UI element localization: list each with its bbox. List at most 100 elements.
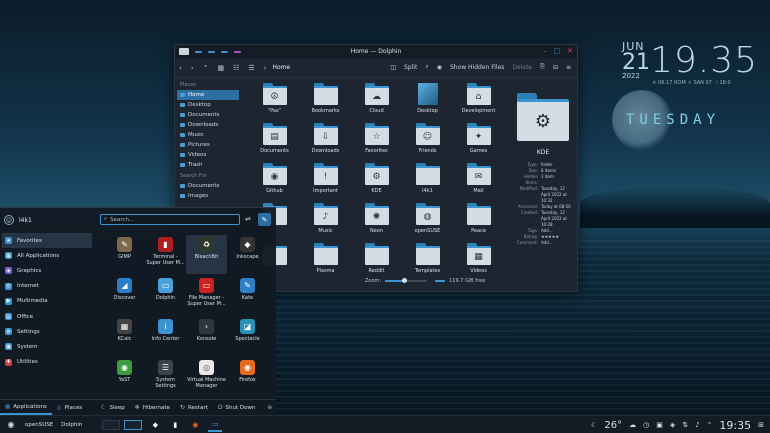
search-input[interactable]: ⌕ Search... <box>100 214 240 225</box>
app-discover[interactable]: ◢ Discover <box>104 276 145 315</box>
file-item[interactable]: ✉ Mail <box>453 163 504 201</box>
updates-icon[interactable]: ◈ <box>670 421 675 429</box>
app-dolphin[interactable]: ▭ Dolphin <box>145 276 186 315</box>
sidebar-item-trash[interactable]: Trash <box>177 160 239 170</box>
hibernate-button[interactable]: ❄ Hibernate <box>135 404 170 411</box>
close-icon[interactable]: ✕ <box>567 48 573 55</box>
desktop-2[interactable] <box>124 419 143 430</box>
app-file-manager-super-user-m[interactable]: ▭ File Manager - Super User M... <box>186 276 227 315</box>
breadcrumb-arrow-icon[interactable]: › <box>264 64 267 72</box>
virtual-desktop-pager[interactable] <box>102 419 143 430</box>
up-icon[interactable]: ⌃ <box>203 64 209 72</box>
file-item[interactable]: ✺ Neon <box>351 203 402 241</box>
clipboard-icon[interactable]: ▣ <box>656 421 663 429</box>
file-item[interactable]: ♪ Music <box>300 203 351 241</box>
file-item[interactable]: Bookmarks <box>300 83 351 121</box>
category-office[interactable]: ▤ Office <box>2 309 92 324</box>
weather-cloud-icon[interactable]: ☁ <box>629 421 636 429</box>
file-item[interactable]: ☮ "Pax" <box>249 83 300 121</box>
launcher-button[interactable]: ◉ <box>5 419 17 431</box>
file-item[interactable]: ⚙ KDE <box>351 163 402 201</box>
sidebar-item-documents[interactable]: Documents <box>177 110 239 120</box>
window-titlebar[interactable]: Home — Dolphin – □ ✕ <box>175 45 577 58</box>
minimize-icon[interactable]: – <box>543 48 547 55</box>
eye-icon[interactable]: ◉ <box>437 64 442 71</box>
open-terminal-icon[interactable]: ⎘ <box>540 63 545 71</box>
file-item[interactable]: Desktop <box>402 83 453 121</box>
sidebar-item-desktop[interactable]: Desktop <box>177 100 239 110</box>
file-item[interactable]: Reddit <box>351 243 402 281</box>
category-internet[interactable]: ◎ Internet <box>2 279 92 294</box>
app-inkscape[interactable]: ◆ Inkscape <box>227 235 268 274</box>
file-item[interactable]: Templates <box>402 243 453 281</box>
file-item[interactable]: ⌂ Development <box>453 83 504 121</box>
sidebar-item-pictures[interactable]: Pictures <box>177 140 239 150</box>
app-bleachbit[interactable]: ♻ BleachBit <box>186 235 227 274</box>
temperature[interactable]: 26° <box>604 420 622 431</box>
app-firefox[interactable]: ◉ Firefox <box>227 358 268 397</box>
app-gimp[interactable]: ✎ GIMP <box>104 235 145 274</box>
app-yast[interactable]: ◉ YaST <box>104 358 145 397</box>
file-item[interactable]: ! Important <box>300 163 351 201</box>
desktop-overview-icon[interactable]: ⊞ <box>758 421 764 429</box>
konsole-task-icon[interactable]: ▮ <box>168 418 182 432</box>
file-item[interactable]: ☁ Cloud <box>351 83 402 121</box>
weather-moon-icon[interactable]: ☾ <box>591 421 597 429</box>
desktop-1[interactable] <box>102 419 121 430</box>
dolphin-task-icon[interactable]: ▭ <box>208 418 223 432</box>
shutdown-button[interactable]: ⏻ Shut Down <box>218 404 256 412</box>
app-konsole[interactable]: › Konsole <box>186 317 227 356</box>
configure-icon[interactable]: ⇌ <box>245 215 251 223</box>
sidebar-item-downloads[interactable]: Downloads <box>177 120 239 130</box>
category-utilities[interactable]: ✚ Utilities <box>2 355 92 370</box>
split-button[interactable]: Split <box>404 64 417 71</box>
category-system[interactable]: ▣ System <box>2 339 92 354</box>
tab-places[interactable]: ◎ Places <box>52 401 87 415</box>
search-item-documents[interactable]: Documents <box>177 181 239 191</box>
avatar[interactable]: ☺ <box>4 215 14 225</box>
tab-applications[interactable]: ▦ Applications <box>0 401 52 415</box>
info-value[interactable]: Add... <box>541 240 573 246</box>
firefox-task-icon[interactable]: ◉ <box>188 418 202 432</box>
file-item[interactable]: l4k1 <box>402 163 453 201</box>
timer-icon[interactable]: ◷ <box>643 421 649 429</box>
file-item[interactable]: Peace <box>453 203 504 241</box>
leave-icon[interactable]: ⊖ <box>267 405 272 411</box>
category-graphics[interactable]: ◈ Graphics <box>2 263 92 278</box>
pin-icon[interactable]: ✎ <box>258 213 271 226</box>
app-system-settings[interactable]: ☰ System Settings <box>145 358 186 397</box>
file-item[interactable]: ◍ openSUSE <box>402 203 453 241</box>
sidebar-item-videos[interactable]: Videos <box>177 150 239 160</box>
breadcrumb[interactable]: Home <box>273 64 291 71</box>
app-info-center[interactable]: i Info Center <box>145 317 186 356</box>
search-item-images[interactable]: Images <box>177 191 239 201</box>
panel-icon[interactable]: ⊟ <box>553 64 558 71</box>
inkscape-task-icon[interactable]: ◆ <box>148 418 162 432</box>
split-icon[interactable]: ◫ <box>390 64 396 71</box>
search-icon[interactable]: ⌕ <box>425 63 428 71</box>
delete-button[interactable]: Delete <box>512 64 532 71</box>
file-item[interactable]: ☆ Favorites <box>351 123 402 161</box>
app-virtual-machine-manager[interactable]: ◎ Virtual Machine Manager <box>186 358 227 397</box>
compact-view-icon[interactable]: ☷ <box>233 64 239 72</box>
taskbar-clock[interactable]: 19:35 <box>719 419 751 432</box>
zoom-slider[interactable] <box>385 278 428 283</box>
maximize-icon[interactable]: □ <box>554 48 561 55</box>
app-kate[interactable]: ✎ Kate <box>227 276 268 315</box>
restart-button[interactable]: ↻ Restart <box>180 404 208 411</box>
show-hidden-button[interactable]: Show Hidden Files <box>450 64 504 71</box>
category-all-applications[interactable]: ▦ All Applications <box>2 248 92 263</box>
zoom-slider-handle[interactable] <box>402 278 407 283</box>
forward-icon[interactable]: › <box>191 64 194 72</box>
category-multimedia[interactable]: ▶ Multimedia <box>2 294 92 309</box>
file-item[interactable]: ◉ Github <box>249 163 300 201</box>
category-favorites[interactable]: ★ Favorites <box>2 233 92 249</box>
app-kcalc[interactable]: ▦ KCalc <box>104 317 145 356</box>
icons-view-icon[interactable]: ▦ <box>218 64 225 72</box>
file-item[interactable]: ⇩ Downloads <box>300 123 351 161</box>
file-item[interactable]: ✦ Games <box>453 123 504 161</box>
app-spectacle[interactable]: ◪ Spectacle <box>227 317 268 356</box>
tray-expand-icon[interactable]: ⌃ <box>707 421 713 429</box>
details-view-icon[interactable]: ☰ <box>248 64 254 72</box>
hamburger-menu-icon[interactable]: ≡ <box>566 64 571 71</box>
